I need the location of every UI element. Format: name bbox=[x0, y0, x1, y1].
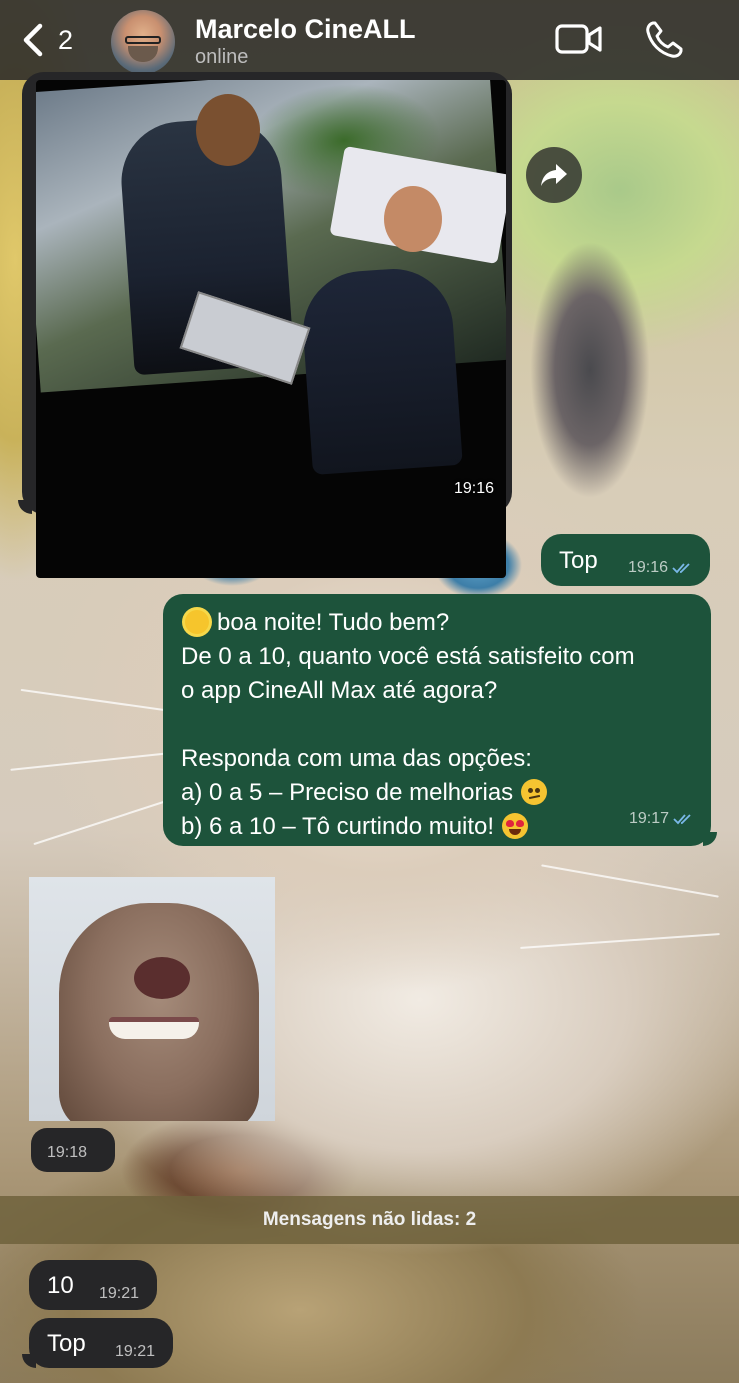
message-time: 19:18 bbox=[47, 1144, 88, 1161]
message-text: Top bbox=[559, 547, 598, 574]
video-camera-icon[interactable] bbox=[555, 20, 603, 58]
confused-face-icon bbox=[521, 779, 548, 805]
incoming-message[interactable]: 10 19:21 bbox=[29, 1260, 157, 1310]
message-text: Top bbox=[47, 1330, 86, 1357]
survey-line-3: o app CineAll Max até agora? bbox=[181, 677, 498, 704]
dog-sticker-image bbox=[59, 903, 259, 1121]
double-check-icon bbox=[672, 563, 690, 574]
survey-option-b: b) 6 a 10 – Tô curtindo muito! bbox=[181, 813, 495, 840]
double-check-icon bbox=[673, 814, 691, 825]
chat-header: 2 Marcelo CineALL online bbox=[0, 0, 739, 80]
forward-arrow-icon bbox=[541, 164, 567, 186]
back-button[interactable]: 2 bbox=[20, 22, 80, 58]
outgoing-survey-message[interactable]: boa noite! Tudo bem? De 0 a 10, quanto v… bbox=[163, 594, 711, 846]
unread-divider: Mensagens não lidas: 2 bbox=[0, 1196, 739, 1244]
incoming-message[interactable]: Top 19:21 bbox=[29, 1318, 173, 1368]
survey-line-1: boa noite! Tudo bem? bbox=[217, 609, 450, 636]
forward-button[interactable] bbox=[526, 147, 582, 203]
message-time: 19:16 bbox=[627, 559, 668, 576]
outgoing-message[interactable]: Top 19:16 bbox=[541, 534, 710, 586]
contact-name[interactable]: Marcelo CineALL bbox=[195, 14, 416, 45]
sun-emoji-icon bbox=[185, 610, 209, 634]
survey-line-2: De 0 a 10, quanto você está satisfeito c… bbox=[181, 643, 635, 670]
message-text: 10 bbox=[47, 1272, 74, 1299]
survey-option-a: a) 0 a 5 – Preciso de melhorias bbox=[181, 779, 514, 806]
message-time: 19:17 bbox=[628, 810, 669, 827]
sticker-time-badge: 19:18 bbox=[31, 1128, 115, 1172]
contact-status: online bbox=[195, 46, 249, 68]
avatar[interactable] bbox=[111, 10, 175, 74]
incoming-image-message[interactable]: 19:16 bbox=[22, 72, 512, 578]
message-time: 19:21 bbox=[114, 1343, 155, 1360]
unread-divider-label: Mensagens não lidas: 2 bbox=[262, 1209, 477, 1230]
survey-line-5: Responda com uma das opções: bbox=[181, 745, 532, 772]
heart-eyes-icon bbox=[502, 813, 529, 839]
message-time: 19:21 bbox=[98, 1285, 139, 1302]
incoming-sticker[interactable] bbox=[29, 877, 275, 1121]
phone-icon[interactable] bbox=[644, 20, 684, 60]
message-time: 19:16 bbox=[453, 480, 494, 497]
unread-count: 2 bbox=[58, 24, 74, 55]
chevron-left-icon bbox=[23, 23, 43, 57]
shared-photo[interactable] bbox=[36, 80, 506, 578]
